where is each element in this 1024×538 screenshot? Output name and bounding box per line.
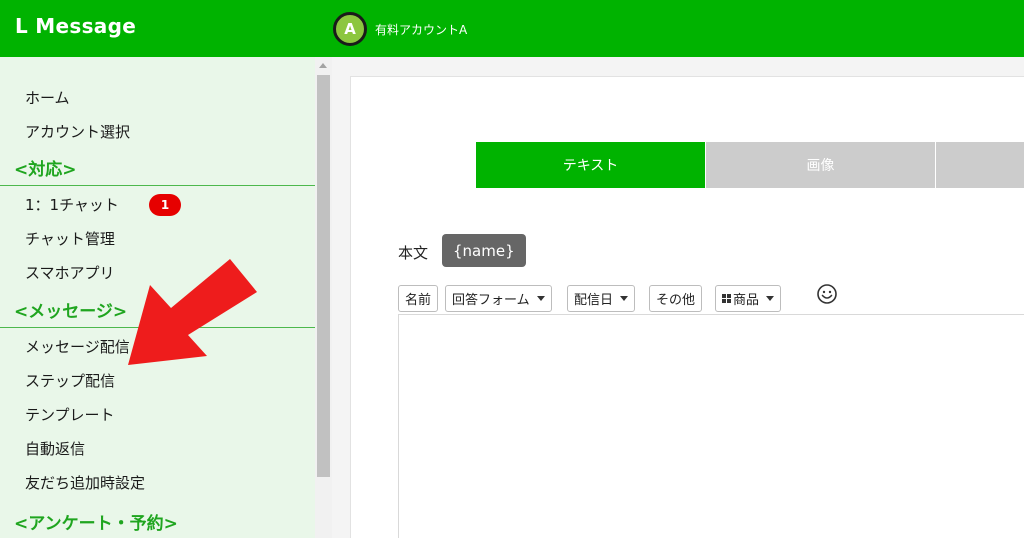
tab-image[interactable]: 画像 <box>706 142 935 188</box>
tab-text[interactable]: テキスト <box>476 142 705 188</box>
sidebar-section-support: <対応> <box>14 160 77 180</box>
sidebar-item-step-delivery[interactable]: ステップ配信 <box>25 370 115 391</box>
sidebar-section-survey-reservation: <アンケート・予約> <box>14 514 178 534</box>
other-button[interactable]: その他 <box>649 285 703 312</box>
app-root: L Message A 有料アカウントA ホーム アカウント選択 <対応> 1：… <box>0 0 1024 538</box>
body-label: 本文 <box>398 244 429 262</box>
sidebar-item-chat-management[interactable]: チャット管理 <box>25 228 115 249</box>
answer-form-dropdown[interactable]: 回答フォーム <box>445 285 552 312</box>
scroll-thumb[interactable] <box>317 75 330 477</box>
product-label: 商品 <box>733 293 760 308</box>
delivery-date-label: 配信日 <box>574 293 614 308</box>
caret-down-icon <box>766 296 775 301</box>
caret-down-icon <box>536 296 545 301</box>
sidebar-item-account-select[interactable]: アカウント選択 <box>25 121 130 142</box>
sidebar-item-smartphone-app[interactable]: スマホアプリ <box>25 262 115 283</box>
avatar[interactable]: A <box>333 12 367 46</box>
account-switcher[interactable]: A 有料アカウントA <box>333 12 467 46</box>
sidebar-item-template[interactable]: テンプレート <box>25 404 115 425</box>
delivery-date-dropdown[interactable]: 配信日 <box>567 285 636 312</box>
message-panel: テキスト 画像 本文 {name} 名前 回答フォーム 配信日 その他 商品 <box>350 76 1024 538</box>
name-variable-chip[interactable]: {name} <box>442 234 526 267</box>
tab-other[interactable] <box>936 142 1024 188</box>
section-divider <box>0 327 315 328</box>
grid-icon <box>722 294 731 303</box>
sidebar-item-one-to-one-chat[interactable]: 1：1チャット <box>25 194 119 215</box>
top-header: L Message A 有料アカウントA <box>0 0 1024 57</box>
section-divider <box>0 185 315 186</box>
sidebar-item-message-delivery[interactable]: メッセージ配信 <box>25 336 130 357</box>
account-name[interactable]: 有料アカウントA <box>375 21 467 38</box>
sidebar-item-auto-reply[interactable]: 自動返信 <box>25 438 85 459</box>
sidebar-item-home[interactable]: ホーム <box>25 87 70 108</box>
sidebar-scrollbar[interactable] <box>315 57 332 538</box>
product-dropdown[interactable]: 商品 <box>715 285 782 312</box>
sidebar-section-message: <メッセージ> <box>14 302 128 322</box>
unread-badge: 1 <box>149 194 181 216</box>
insert-name-button[interactable]: 名前 <box>398 285 439 312</box>
sidebar: ホーム アカウント選択 <対応> 1：1チャット 1 チャット管理 スマホアプリ… <box>0 57 315 538</box>
other-label: その他 <box>656 293 696 308</box>
insert-name-label: 名前 <box>405 293 432 308</box>
app-title[interactable]: L Message <box>15 14 136 38</box>
answer-form-label: 回答フォーム <box>452 293 530 308</box>
sidebar-item-friend-add-settings[interactable]: 友だち追加時設定 <box>25 472 145 493</box>
scroll-up-icon[interactable] <box>319 63 327 68</box>
smiley-icon[interactable] <box>816 283 838 305</box>
message-body-editor[interactable] <box>398 314 1024 538</box>
main-area: テキスト 画像 本文 {name} 名前 回答フォーム 配信日 その他 商品 <box>332 57 1024 538</box>
caret-down-icon <box>620 296 629 301</box>
